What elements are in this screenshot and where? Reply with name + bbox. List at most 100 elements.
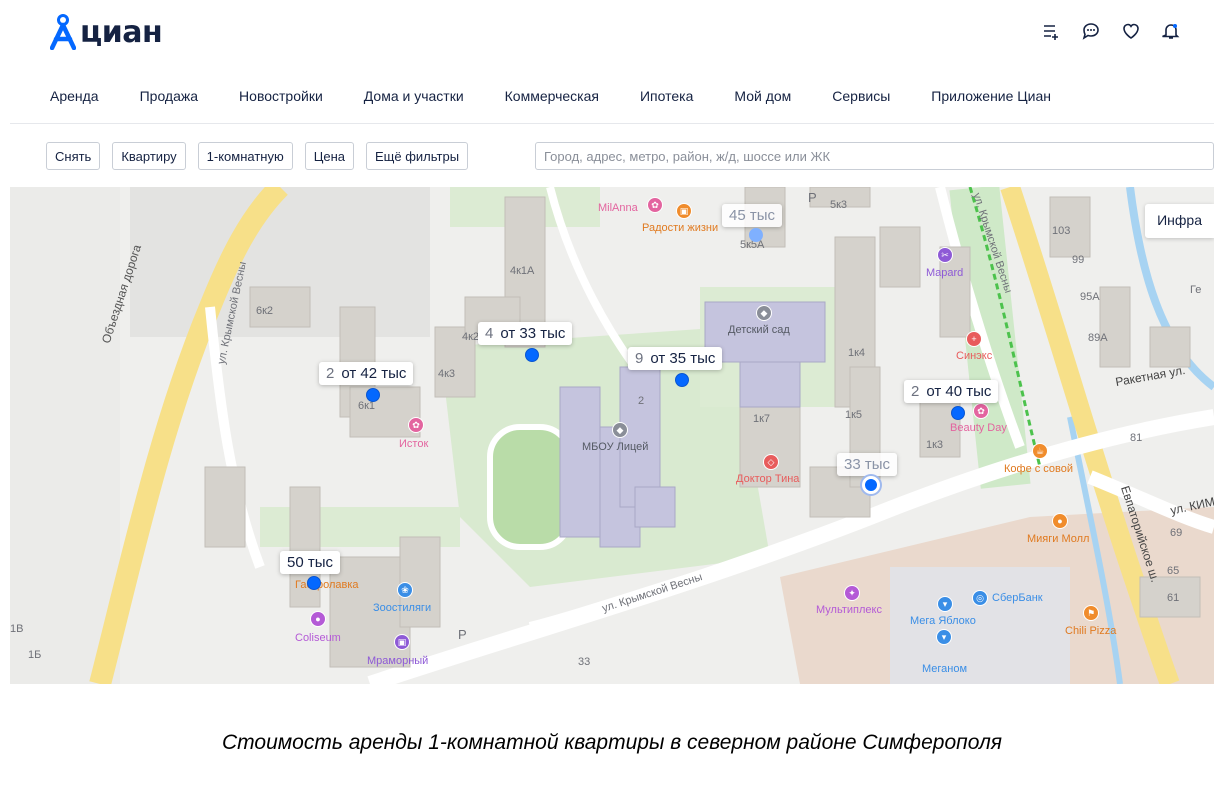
- bubble-count: 2: [911, 383, 920, 400]
- scissors-icon[interactable]: ✂: [937, 247, 953, 263]
- gift-icon[interactable]: ▣: [676, 203, 692, 219]
- parking-label: P: [808, 190, 817, 205]
- logo-text: циан: [80, 14, 163, 50]
- poi-label: Синэкс: [956, 350, 993, 362]
- nav-new-buildings[interactable]: Новостройки: [239, 88, 323, 104]
- poi-label: Mapard: [926, 267, 964, 279]
- bubble-price: 33 тыс: [844, 456, 891, 473]
- house-number: 4к1А: [510, 265, 535, 277]
- header-actions: [1042, 22, 1180, 40]
- bubble-price: 50 тыс: [287, 554, 334, 571]
- poi-label: Детский сад: [728, 324, 790, 336]
- beauty-icon[interactable]: ✿: [408, 417, 424, 433]
- beauty-icon[interactable]: ✿: [647, 197, 663, 213]
- price-bubble[interactable]: 4 от 33 тыс: [478, 322, 573, 345]
- dentist-icon[interactable]: ◇: [763, 454, 779, 470]
- nav-divider: [10, 123, 1214, 124]
- bubble-count: 2: [326, 365, 335, 382]
- listing-pin[interactable]: [366, 388, 380, 402]
- pharmacy-icon[interactable]: +: [966, 331, 982, 347]
- house-number: 1В: [10, 623, 24, 635]
- poi-label: МБОУ Лицей: [582, 441, 649, 453]
- bank-icon[interactable]: ◎: [972, 590, 988, 606]
- listing-pin[interactable]: [749, 228, 763, 242]
- food-icon[interactable]: ●: [1052, 513, 1068, 529]
- map[interactable]: Объездная дорога ул. Крымской Весны ул. …: [10, 187, 1214, 684]
- house-number: 33: [578, 656, 591, 668]
- nav-services[interactable]: Сервисы: [832, 88, 890, 104]
- bell-icon[interactable]: [1162, 22, 1180, 40]
- poi-label: Меганом: [922, 663, 968, 675]
- poi-label: Chili Pizza: [1065, 625, 1117, 637]
- house-number: 81: [1130, 432, 1143, 444]
- nav-rent[interactable]: Аренда: [50, 88, 99, 104]
- price-bubble[interactable]: 2 от 40 тыс: [904, 380, 999, 403]
- price-bubble[interactable]: 50 тыс: [280, 551, 341, 574]
- nav-houses[interactable]: Дома и участки: [364, 88, 464, 104]
- rooms-button[interactable]: 1-комнатную: [197, 142, 293, 170]
- listing-pin[interactable]: [675, 373, 689, 387]
- bubble-count: 9: [635, 350, 644, 367]
- poi-label: Радости жизни: [642, 222, 719, 234]
- price-button[interactable]: Цена: [304, 142, 354, 170]
- poi-label: MilAnna: [598, 202, 638, 214]
- poi-label: Исток: [399, 438, 429, 450]
- pizza-icon[interactable]: ⚑: [1083, 605, 1099, 621]
- house-number: 1к3: [926, 439, 944, 451]
- house-number: 1Б: [28, 649, 42, 661]
- price-bubble[interactable]: 2 от 42 тыс: [319, 362, 414, 385]
- price-bubble[interactable]: 33 тыс: [837, 453, 898, 476]
- poi-label: Beauty Day: [950, 422, 1007, 434]
- price-bubble[interactable]: 45 тыс: [722, 204, 783, 227]
- house-number: Ге: [1190, 284, 1202, 296]
- cinema-icon[interactable]: ✦: [844, 585, 860, 601]
- nav-commercial[interactable]: Коммерческая: [505, 88, 599, 104]
- house-number: 89А: [1088, 332, 1108, 344]
- listing-pin-selected[interactable]: [862, 476, 880, 494]
- nav-mortgage[interactable]: Ипотека: [640, 88, 693, 104]
- search-input[interactable]: [535, 142, 1214, 170]
- house-number: 4к3: [438, 368, 456, 380]
- kindergarten-icon[interactable]: ◆: [756, 305, 772, 321]
- house-number: 95А: [1080, 291, 1100, 303]
- house-number: 99: [1072, 254, 1085, 266]
- beauty-icon[interactable]: ✿: [973, 403, 989, 419]
- bubble-price: от 35 тыс: [650, 350, 716, 367]
- school-icon[interactable]: ◆: [612, 422, 628, 438]
- object-type-button[interactable]: Квартиру: [112, 142, 186, 170]
- list-add-icon[interactable]: [1042, 22, 1060, 40]
- entertainment-icon[interactable]: ●: [310, 611, 326, 627]
- house-number: 4к2: [462, 331, 480, 343]
- parking-label: P: [458, 627, 467, 642]
- heart-icon[interactable]: [1122, 22, 1140, 40]
- listing-pin[interactable]: [525, 348, 539, 362]
- cian-logo[interactable]: циан: [50, 10, 163, 54]
- caption: Стоимость аренды 1-комнатной квартиры в …: [221, 731, 1002, 754]
- filter-bar: Снять Квартиру 1-комнатную Цена Ещё филь…: [46, 142, 469, 170]
- house-number: 1к4: [848, 347, 866, 359]
- infrastructure-button[interactable]: Инфра: [1145, 204, 1214, 238]
- deal-type-button[interactable]: Снять: [46, 142, 101, 170]
- poi-label: Coliseum: [295, 632, 341, 644]
- house-number: 103: [1052, 225, 1071, 237]
- poi-label: СберБанк: [992, 592, 1043, 604]
- store-icon[interactable]: ▾: [937, 596, 953, 612]
- chat-icon[interactable]: [1082, 22, 1100, 40]
- house-number: 2: [638, 395, 645, 407]
- pet-shop-icon[interactable]: ❀: [397, 582, 413, 598]
- listing-pin[interactable]: [951, 406, 965, 420]
- nav-app[interactable]: Приложение Циан: [931, 88, 1051, 104]
- house-number: 65: [1167, 565, 1180, 577]
- main-nav: Аренда Продажа Новостройки Дома и участк…: [50, 88, 1092, 104]
- bubble-price: 45 тыс: [729, 207, 776, 224]
- store-icon[interactable]: ▾: [936, 629, 952, 645]
- nav-sale[interactable]: Продажа: [140, 88, 198, 104]
- more-filters-button[interactable]: Ещё фильтры: [366, 142, 469, 170]
- coffee-icon[interactable]: ☕: [1032, 443, 1048, 459]
- shop-icon[interactable]: ▣: [394, 634, 410, 650]
- listing-pin[interactable]: [307, 576, 321, 590]
- bubble-price: от 42 тыс: [341, 365, 407, 382]
- price-bubble[interactable]: 9 от 35 тыс: [628, 347, 723, 370]
- nav-my-home[interactable]: Мой дом: [734, 88, 791, 104]
- poi-label: Мраморный: [367, 655, 429, 667]
